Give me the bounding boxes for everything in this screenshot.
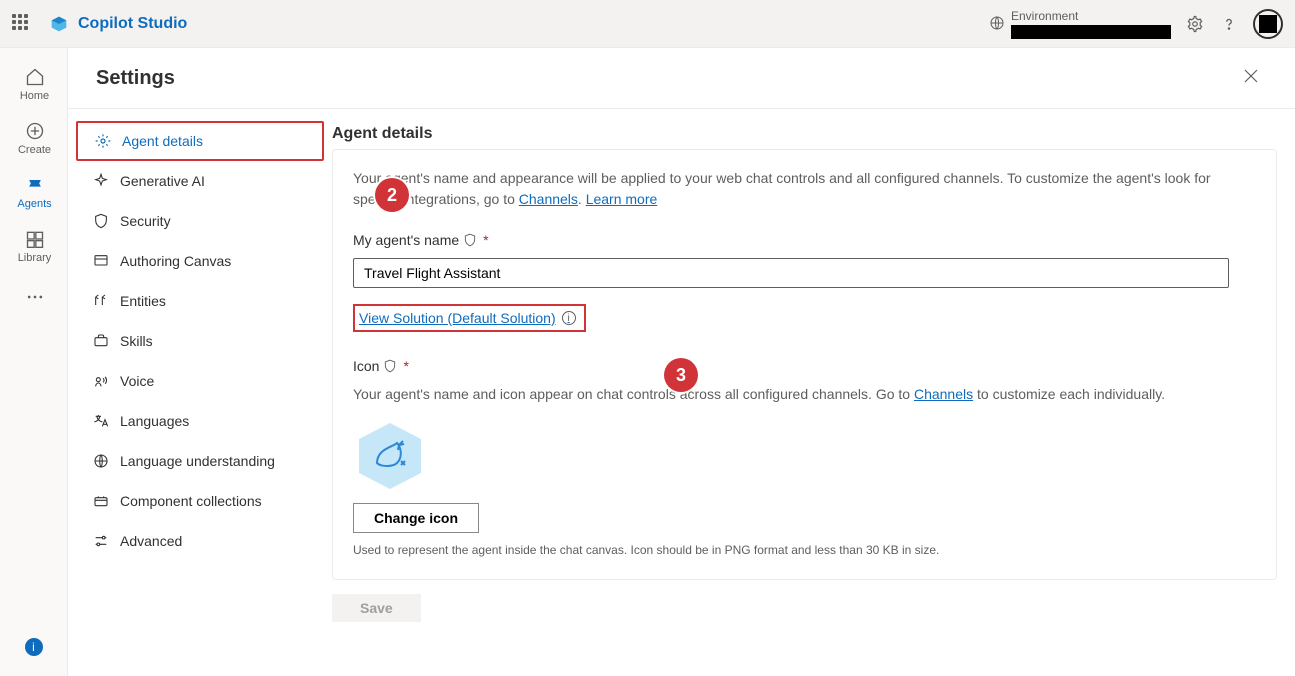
sidebar-item-security[interactable]: Security: [76, 201, 324, 241]
sidebar-item-component-collections[interactable]: Component collections: [76, 481, 324, 521]
environment-label: Environment: [1011, 9, 1171, 23]
shield-icon: [92, 212, 110, 230]
skills-icon: [92, 332, 110, 350]
info-icon: i: [562, 311, 576, 325]
understanding-icon: [92, 452, 110, 470]
sidebar-item-voice[interactable]: Voice: [76, 361, 324, 401]
advanced-icon: [92, 532, 110, 550]
annotation-badge-3: 3: [664, 358, 698, 392]
home-icon: [24, 66, 46, 88]
desc-text-part: Your agent's name and icon appear on cha…: [353, 386, 914, 402]
field-label-text: My agent's name: [353, 232, 459, 248]
rail-library[interactable]: Library: [4, 222, 64, 270]
left-rail: Home Create Agents Library i: [0, 48, 68, 676]
sidebar-item-label: Skills: [120, 333, 153, 349]
desc-period: .: [578, 191, 586, 207]
canvas-icon: [92, 252, 110, 270]
field-label-text: Icon: [353, 358, 379, 374]
environment-picker[interactable]: Environment: [989, 9, 1171, 39]
sidebar-item-advanced[interactable]: Advanced: [76, 521, 324, 561]
page-title: Settings: [96, 67, 175, 90]
page-header: Settings: [68, 48, 1295, 108]
help-icon[interactable]: [1219, 14, 1239, 34]
sidebar-item-entities[interactable]: Entities: [76, 281, 324, 321]
desc-text-part: Your agent's name and appearance will be…: [353, 170, 1211, 207]
environment-name-redacted: [1011, 25, 1171, 39]
sidebar-item-label: Agent details: [122, 133, 203, 149]
languages-icon: [92, 412, 110, 430]
icon-hint: Used to represent the agent inside the c…: [353, 543, 1256, 557]
header-right: Environment: [989, 9, 1283, 39]
agent-details-description: Your agent's name and appearance will be…: [353, 168, 1256, 210]
collections-icon: [92, 492, 110, 510]
sidebar-item-label: Advanced: [120, 533, 182, 549]
globe-icon: [989, 15, 1005, 31]
user-avatar[interactable]: [1253, 9, 1283, 39]
rail-home[interactable]: Home: [4, 60, 64, 108]
voice-icon: [92, 372, 110, 390]
settings-gear-icon[interactable]: [1185, 14, 1205, 34]
sidebar-item-label: Generative AI: [120, 173, 205, 189]
desc-text-part: to customize each individually.: [973, 386, 1165, 402]
agent-name-label: My agent's name *: [353, 232, 1256, 248]
rail-library-label: Library: [18, 252, 52, 264]
sidebar-item-authoring-canvas[interactable]: Authoring Canvas: [76, 241, 324, 281]
section-title: Agent details: [332, 125, 1277, 143]
sidebar-item-generative-ai[interactable]: Generative AI: [76, 161, 324, 201]
sidebar-item-label: Language understanding: [120, 453, 275, 469]
content-row: Agent details Generative AI Security Aut…: [68, 109, 1295, 676]
entities-icon: [92, 292, 110, 310]
rail-more[interactable]: [4, 280, 64, 314]
required-indicator: *: [403, 358, 408, 374]
plus-circle-icon: [24, 120, 46, 142]
agent-name-input[interactable]: [353, 258, 1229, 288]
icon-label: Icon *: [353, 358, 1256, 374]
content-panel: Agent details Your agent's name and appe…: [332, 109, 1295, 676]
required-indicator: *: [483, 232, 488, 248]
sidebar-item-label: Voice: [120, 373, 154, 389]
sidebar-item-skills[interactable]: Skills: [76, 321, 324, 361]
view-solution-link[interactable]: View Solution (Default Solution) i: [353, 304, 586, 332]
close-icon: [1243, 68, 1259, 84]
copilot-logo-icon: [48, 13, 70, 35]
channels-link-2[interactable]: Channels: [914, 386, 973, 402]
sparkle-icon: [92, 172, 110, 190]
close-button[interactable]: [1235, 63, 1267, 94]
change-icon-button[interactable]: Change icon: [353, 503, 479, 533]
learn-more-link[interactable]: Learn more: [586, 191, 658, 207]
shield-icon: [463, 233, 477, 247]
top-header: Copilot Studio Environment: [0, 0, 1295, 48]
icon-description: Your agent's name and icon appear on cha…: [353, 384, 1256, 405]
view-solution-link-text: View Solution (Default Solution): [359, 310, 556, 326]
gear-icon: [94, 132, 112, 150]
rail-agents-label: Agents: [17, 198, 51, 210]
sidebar-item-label: Security: [120, 213, 171, 229]
save-button[interactable]: Save: [332, 594, 421, 622]
product-logo[interactable]: Copilot Studio: [48, 13, 187, 35]
sidebar-item-agent-details[interactable]: Agent details: [76, 121, 324, 161]
sidebar-item-label: Component collections: [120, 493, 262, 509]
sidebar-item-language-understanding[interactable]: Language understanding: [76, 441, 324, 481]
avatar-image: [1259, 15, 1277, 33]
settings-sidebar: Agent details Generative AI Security Aut…: [68, 109, 332, 676]
rail-create[interactable]: Create: [4, 114, 64, 162]
annotation-badge-2: 2: [375, 178, 409, 212]
ellipsis-icon: [24, 286, 46, 308]
sidebar-item-label: Entities: [120, 293, 166, 309]
channels-link[interactable]: Channels: [519, 191, 578, 207]
agents-icon: [24, 174, 46, 196]
rail-info-icon[interactable]: i: [25, 638, 43, 656]
rail-agents[interactable]: Agents: [4, 168, 64, 216]
agent-details-card: Your agent's name and appearance will be…: [332, 149, 1277, 580]
sidebar-item-label: Authoring Canvas: [120, 253, 231, 269]
sidebar-item-label: Languages: [120, 413, 189, 429]
app-launcher-icon[interactable]: [12, 14, 32, 34]
agent-icon-preview: [353, 419, 427, 493]
rail-create-label: Create: [18, 144, 51, 156]
sidebar-item-languages[interactable]: Languages: [76, 401, 324, 441]
rail-home-label: Home: [20, 90, 49, 102]
library-icon: [24, 228, 46, 250]
shield-icon: [383, 359, 397, 373]
app-title: Copilot Studio: [78, 15, 187, 33]
